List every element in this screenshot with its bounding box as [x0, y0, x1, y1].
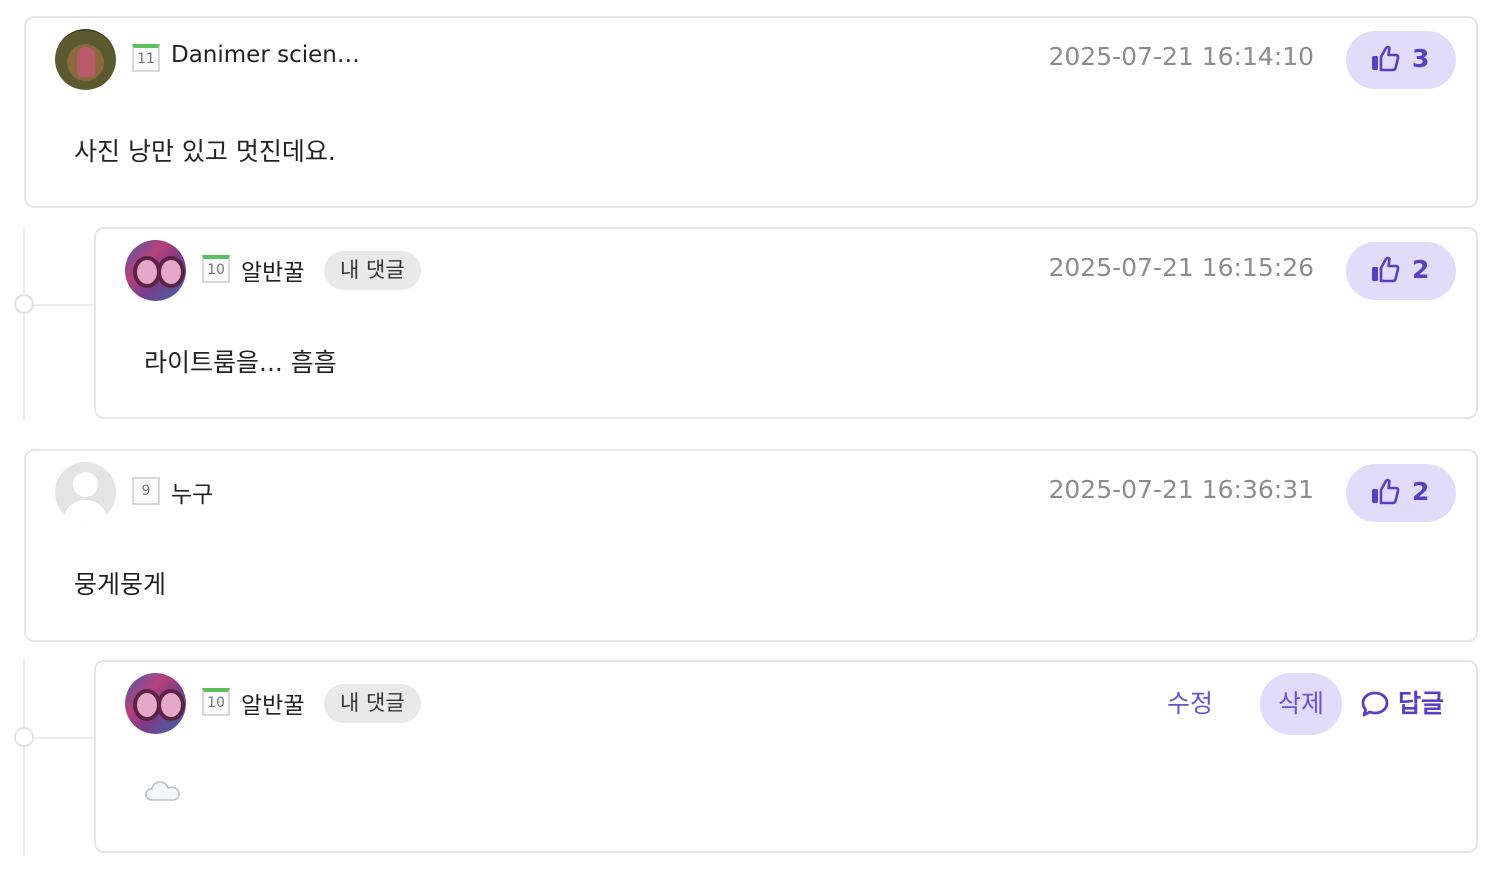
level-badge: 10 — [202, 688, 230, 716]
thread-branch — [24, 737, 94, 739]
avatar-head-shape — [73, 472, 98, 497]
like-count: 2 — [1412, 477, 1430, 506]
like-count: 2 — [1412, 255, 1430, 284]
username[interactable]: 알반꿀 — [241, 253, 304, 287]
comment-body: 뭉게뭉게 — [74, 570, 167, 599]
reply-button[interactable]: 답글 — [1360, 673, 1444, 735]
reply-card: 10 알반꿀 내 댓글 2025-07-21 16:15:26 2 라이트룸을.… — [94, 227, 1478, 419]
avatar-body-shape — [63, 500, 108, 523]
thread-node — [14, 294, 34, 314]
cloud-emoji-icon — [145, 781, 180, 801]
level-badge: 11 — [132, 44, 160, 72]
thread-branch — [24, 304, 94, 306]
thumbs-up-icon — [1372, 45, 1400, 72]
thumbs-up-icon — [1372, 478, 1400, 505]
level-badge: 10 — [202, 255, 230, 283]
thread-node — [14, 727, 34, 747]
avatar[interactable] — [125, 240, 186, 301]
thread-line — [23, 226, 25, 420]
delete-button[interactable]: 삭제 — [1260, 673, 1342, 735]
comment-timestamp: 2025-07-21 16:15:26 — [1048, 253, 1314, 282]
level-badge: 9 — [132, 477, 160, 505]
reply-card: 10 알반꿀 내 댓글 수정 삭제 답글 — [94, 660, 1478, 853]
edit-button[interactable]: 수정 — [1167, 673, 1213, 735]
speech-bubble-icon — [1361, 691, 1389, 717]
comment-timestamp: 2025-07-21 16:36:31 — [1048, 475, 1314, 504]
default-avatar[interactable] — [55, 462, 116, 523]
comment-body: 사진 낭만 있고 멋진데요. — [74, 137, 336, 166]
like-button[interactable]: 2 — [1346, 464, 1456, 522]
avatar[interactable] — [125, 673, 186, 734]
my-comment-badge: 내 댓글 — [324, 251, 421, 290]
comment-body: 라이트룸을... 흠흠 — [144, 348, 337, 377]
thumbs-up-icon — [1372, 256, 1400, 283]
like-button[interactable]: 3 — [1346, 31, 1456, 89]
username[interactable]: 알반꿀 — [241, 686, 304, 720]
comment-card: 9 누구 2025-07-21 16:36:31 2 뭉게뭉게 — [24, 449, 1478, 642]
thread-line — [23, 659, 25, 855]
like-button[interactable]: 2 — [1346, 242, 1456, 300]
avatar[interactable] — [55, 29, 116, 90]
comment-timestamp: 2025-07-21 16:14:10 — [1048, 42, 1314, 71]
username[interactable]: Danimer scien… — [171, 42, 360, 68]
like-count: 3 — [1412, 44, 1430, 73]
username[interactable]: 누구 — [171, 475, 213, 509]
my-comment-badge: 내 댓글 — [324, 684, 421, 723]
reply-label: 답글 — [1397, 689, 1444, 718]
comment-card: 11 Danimer scien… 2025-07-21 16:14:10 3 … — [24, 16, 1478, 208]
